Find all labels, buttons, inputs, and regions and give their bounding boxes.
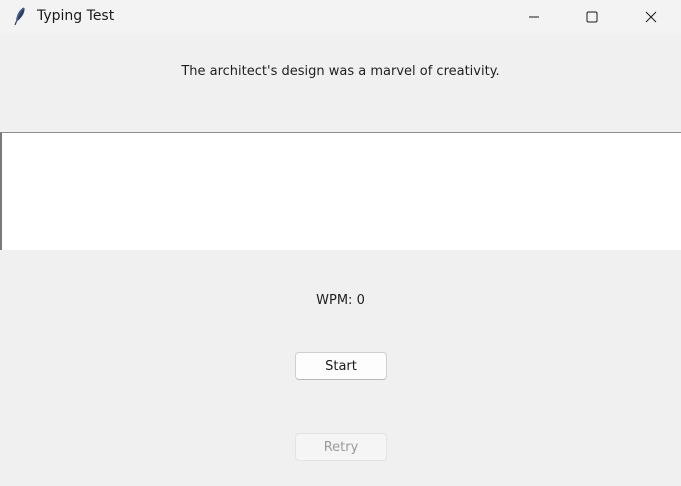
feather-icon — [12, 6, 28, 26]
maximize-icon — [586, 8, 598, 27]
main-content: The architect's design was a marvel of c… — [0, 34, 681, 486]
close-button[interactable] — [622, 0, 680, 34]
minimize-icon — [528, 8, 540, 27]
typing-input[interactable] — [0, 132, 681, 250]
start-button[interactable]: Start — [295, 352, 387, 380]
typing-test-window: Typing Test The architect's design was a… — [0, 0, 681, 486]
minimize-button[interactable] — [505, 0, 563, 34]
wpm-label: WPM: 0 — [316, 293, 365, 308]
maximize-button[interactable] — [563, 0, 621, 34]
window-title: Typing Test — [37, 8, 115, 24]
close-icon — [645, 8, 657, 27]
retry-button[interactable]: Retry — [295, 433, 387, 461]
target-sentence: The architect's design was a marvel of c… — [181, 64, 500, 79]
title-bar: Typing Test — [0, 0, 681, 34]
